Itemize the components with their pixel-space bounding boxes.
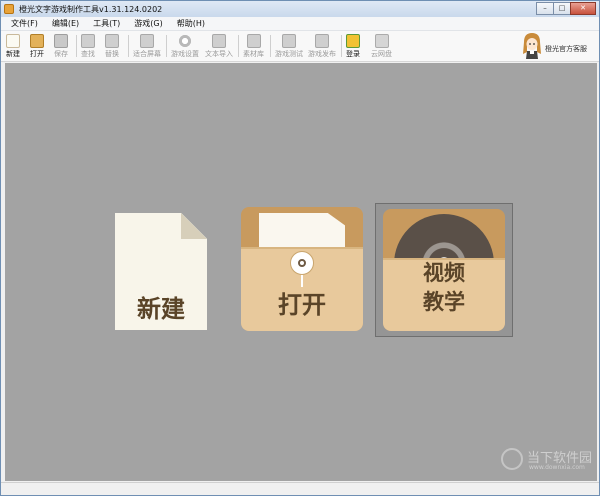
toolbar-fit-screen-button[interactable]: 适合屏幕	[133, 33, 161, 60]
toolbar-login-button[interactable]: 登录	[346, 33, 360, 60]
toolbar-save-label: 保存	[54, 50, 68, 58]
toolbar-login-label: 登录	[346, 50, 360, 58]
new-project-label: 新建	[137, 295, 185, 323]
start-screen: 新建 打开 视频 教学 当下软件园 www.downxia.com	[5, 63, 597, 481]
menu-file[interactable]: 文件(F)	[11, 18, 38, 29]
toolbar-separator	[166, 35, 167, 57]
toolbar-open-label: 打开	[30, 50, 44, 58]
open-project-tile[interactable]: 打开	[241, 207, 363, 331]
text-import-icon	[212, 34, 226, 48]
window-title: 橙光文字游戏制作工具v1.31.124.0202	[19, 4, 163, 14]
video-tutorial-label-line2: 教学	[423, 290, 465, 314]
toolbar-replace-button[interactable]: 替换	[105, 33, 119, 60]
avatar	[523, 33, 541, 59]
toolbar-find-label: 查找	[81, 50, 95, 58]
toolbar-separator	[270, 35, 271, 57]
game-test-icon	[282, 34, 296, 48]
toolbar-game-settings-label: 游戏设置	[171, 50, 199, 58]
toolbar-material-library-button[interactable]: 素材库	[243, 33, 264, 60]
title-bar[interactable]: 橙光文字游戏制作工具v1.31.124.0202 – □ ✕	[1, 1, 599, 17]
toolbar-cloud-drive-button[interactable]: 云网盘	[371, 33, 392, 60]
toolbar-replace-label: 替换	[105, 50, 119, 58]
toolbar-game-publish-button[interactable]: 游戏发布	[308, 33, 336, 60]
menu-tools[interactable]: 工具(T)	[93, 18, 120, 29]
toolbar-separator	[128, 35, 129, 57]
close-button[interactable]: ✕	[570, 2, 596, 15]
cloud-drive-icon	[374, 34, 389, 48]
menu-help[interactable]: 帮助(H)	[177, 18, 205, 29]
official-service-button[interactable]: 橙光官方客服	[519, 32, 593, 60]
official-service-label: 橙光官方客服	[545, 45, 587, 53]
toolbar-cloud-drive-label: 云网盘	[371, 50, 392, 58]
minimize-button[interactable]: –	[536, 2, 554, 15]
menu-edit[interactable]: 编辑(E)	[52, 18, 79, 29]
toolbar-game-test-label: 游戏测试	[275, 50, 303, 58]
toolbar-fit-screen-label: 适合屏幕	[133, 50, 161, 58]
toolbar-new-label: 新建	[6, 50, 20, 58]
open-folder-icon	[30, 34, 44, 48]
app-window: 橙光文字游戏制作工具v1.31.124.0202 – □ ✕ 文件(F) 编辑(…	[0, 0, 600, 496]
toolbar-game-settings-button[interactable]: 游戏设置	[171, 33, 199, 60]
watermark: 当下软件园 www.downxia.com	[501, 445, 592, 475]
toolbar: 新建 打开 保存 查找 替换 适合屏幕 游戏设置 文本导入 素材库 游戏测试 游…	[1, 31, 599, 62]
watermark-url: www.downxia.com	[529, 464, 585, 471]
toolbar-separator	[238, 35, 239, 57]
toolbar-new-button[interactable]: 新建	[6, 33, 20, 60]
toolbar-find-button[interactable]: 查找	[81, 33, 95, 60]
video-tutorial-label-line1: 视频	[423, 261, 465, 285]
fit-screen-icon	[140, 34, 154, 48]
toolbar-game-test-button[interactable]: 游戏测试	[275, 33, 303, 60]
open-project-label: 打开	[278, 291, 326, 319]
gear-icon	[178, 34, 192, 48]
menu-bar: 文件(F) 编辑(E) 工具(T) 游戏(G) 帮助(H)	[1, 17, 599, 31]
status-bar	[1, 482, 599, 495]
clasp-icon	[290, 251, 314, 275]
toolbar-save-button[interactable]: 保存	[54, 33, 68, 60]
find-icon	[81, 34, 95, 48]
save-icon	[54, 34, 68, 48]
replace-icon	[105, 34, 119, 48]
material-library-icon	[246, 34, 261, 48]
toolbar-text-import-button[interactable]: 文本导入	[205, 33, 233, 60]
page-fold-icon	[181, 213, 207, 239]
window-controls: – □ ✕	[536, 2, 596, 15]
toolbar-separator	[341, 35, 342, 57]
menu-game[interactable]: 游戏(G)	[134, 18, 162, 29]
toolbar-text-import-label: 文本导入	[205, 50, 233, 58]
login-icon	[346, 34, 360, 48]
app-logo-icon	[4, 4, 14, 14]
new-doc-icon	[6, 34, 20, 48]
toolbar-open-button[interactable]: 打开	[30, 33, 44, 60]
toolbar-game-publish-label: 游戏发布	[308, 50, 336, 58]
toolbar-material-library-label: 素材库	[243, 50, 264, 58]
toolbar-separator	[76, 35, 77, 57]
video-tutorial-tile[interactable]: 视频 教学	[375, 203, 513, 337]
watermark-logo-icon	[501, 448, 523, 470]
game-publish-icon	[315, 34, 329, 48]
new-project-tile[interactable]: 新建	[115, 213, 207, 330]
maximize-button[interactable]: □	[553, 2, 571, 15]
